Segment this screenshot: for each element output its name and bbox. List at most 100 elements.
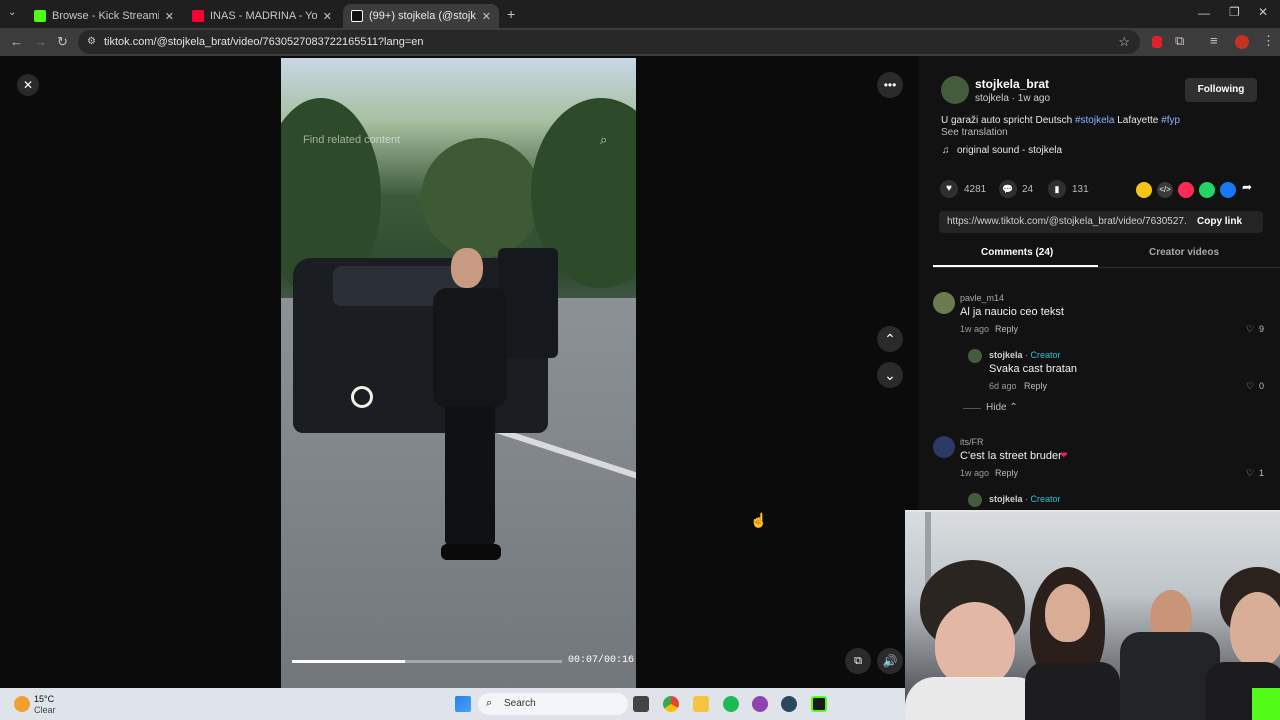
- url-text: tiktok.com/@stojkela_brat/video/76305270…: [104, 36, 424, 48]
- steam-icon[interactable]: [781, 696, 797, 712]
- pip-icon[interactable]: ⧉: [845, 648, 871, 674]
- task-view-icon[interactable]: [633, 696, 649, 712]
- video-progress-bar[interactable]: [292, 660, 562, 663]
- comment-username[interactable]: pavle_m14: [960, 293, 1004, 303]
- comment-icon[interactable]: 💬: [999, 180, 1017, 198]
- next-video-icon[interactable]: ⌄: [877, 362, 903, 388]
- person-head: [451, 248, 483, 288]
- reply-text: Svaka cast bratan: [989, 363, 1078, 375]
- whatsapp-icon[interactable]: [1199, 182, 1215, 198]
- reply-reply-button[interactable]: Reply: [1024, 381, 1047, 391]
- tab-kick[interactable]: Browse - Kick Streaming ✕: [26, 4, 182, 28]
- tiktok-favicon-icon: [351, 10, 363, 22]
- share-friends-icon[interactable]: [1136, 182, 1152, 198]
- see-translation-link[interactable]: See translation: [941, 127, 1008, 138]
- more-options-icon[interactable]: •••: [877, 72, 903, 98]
- volume-icon[interactable]: 🔊: [877, 648, 903, 674]
- tab-youtube[interactable]: INAS - MADRINA - YouTube ✕: [184, 4, 340, 28]
- author-avatar[interactable]: [941, 76, 969, 104]
- original-sound-link[interactable]: original sound - stojkela: [957, 145, 1062, 156]
- share-link-text[interactable]: https://www.tiktok.com/@stojkela_brat/vi…: [947, 216, 1187, 227]
- tree-center: [421, 138, 541, 258]
- app-green-icon[interactable]: [811, 696, 827, 712]
- author-meta: stojkela · 1w ago: [975, 93, 1051, 104]
- caption-hashtag-stojkela[interactable]: #stojkela: [1075, 115, 1114, 126]
- reply-avatar[interactable]: [968, 493, 982, 507]
- comment-time: 1w ago: [960, 468, 990, 478]
- extensions-puzzle-icon[interactable]: ⧉: [1175, 33, 1184, 49]
- find-related-content-bar[interactable]: Find related content ⌕: [300, 132, 620, 152]
- tab-list-chevron-icon[interactable]: ⌄: [8, 7, 16, 18]
- url-input[interactable]: ⚙ tiktok.com/@stojkela_brat/video/763052…: [78, 30, 1140, 54]
- facebook-icon[interactable]: [1220, 182, 1236, 198]
- caption-lafayette: Lafayette: [1117, 115, 1159, 126]
- reply-avatar[interactable]: [968, 349, 982, 363]
- profile-avatar[interactable]: [1235, 35, 1249, 49]
- forward-icon[interactable]: →: [34, 34, 47, 49]
- heart-emoji-icon: ❤: [1060, 450, 1068, 460]
- like-heart-icon[interactable]: ♡: [1246, 468, 1254, 479]
- chrome-icon[interactable]: [663, 696, 679, 712]
- caption-hashtag-fyp[interactable]: #fyp: [1161, 115, 1180, 126]
- minimize-icon[interactable]: —: [1198, 6, 1210, 20]
- following-button[interactable]: Following: [1185, 78, 1257, 102]
- close-video-icon[interactable]: ✕: [17, 74, 39, 96]
- menu-kebab-icon[interactable]: ⋮: [1262, 33, 1275, 49]
- kick-logo: [1252, 688, 1280, 720]
- site-info-icon[interactable]: ⚙: [87, 30, 96, 54]
- close-tab-icon[interactable]: ✕: [165, 10, 174, 23]
- comment-text: Al ja naucio ceo tekst: [960, 306, 1064, 318]
- reply-username[interactable]: stojkela · Creator: [989, 350, 1061, 360]
- taskbar-search[interactable]: ⌕ Search: [478, 693, 628, 715]
- like-heart-icon[interactable]: ♡: [1246, 324, 1254, 335]
- video-time: 00:07/00:16: [568, 655, 635, 666]
- search-placeholder: Find related content: [303, 134, 401, 146]
- close-tab-icon[interactable]: ✕: [323, 10, 332, 23]
- search-icon[interactable]: ⌕: [600, 132, 607, 148]
- reply-button[interactable]: Reply: [995, 324, 1018, 334]
- restore-icon[interactable]: ❐: [1229, 5, 1240, 19]
- tab-comments[interactable]: Comments (24): [981, 247, 1053, 258]
- reload-icon[interactable]: ↻: [57, 34, 68, 50]
- person-image: [431, 248, 511, 588]
- bookmark-icon[interactable]: ▮: [1048, 180, 1066, 198]
- app-purple-icon[interactable]: [752, 696, 768, 712]
- comment-username[interactable]: its/FR: [960, 437, 984, 447]
- tab-creator-videos[interactable]: Creator videos: [1149, 247, 1219, 258]
- spotify-icon[interactable]: [723, 696, 739, 712]
- weather-condition: Clear: [34, 705, 56, 715]
- comment-avatar[interactable]: [933, 436, 955, 458]
- reply-username[interactable]: stojkela · Creator: [989, 494, 1061, 504]
- person-4-face: [1230, 592, 1280, 667]
- close-tab-icon[interactable]: ✕: [482, 10, 491, 23]
- caption-text: U garaži auto spricht Deutsch: [941, 115, 1073, 126]
- back-icon[interactable]: ←: [10, 34, 23, 49]
- taskbar-search-label: Search: [504, 698, 536, 709]
- video-progress-fill: [292, 660, 406, 663]
- embed-icon[interactable]: </>: [1157, 182, 1173, 198]
- like-heart-icon[interactable]: ♡: [1246, 381, 1254, 392]
- close-window-icon[interactable]: ✕: [1258, 5, 1268, 19]
- person-1-shirt: [905, 677, 1045, 720]
- copy-link-button[interactable]: Copy link: [1197, 216, 1242, 227]
- reply-button[interactable]: Reply: [995, 468, 1018, 478]
- extension-red-icon[interactable]: [1152, 36, 1162, 48]
- reply-username-text: stojkela: [989, 350, 1023, 360]
- send-icon[interactable]: [1178, 182, 1194, 198]
- media-controls-icon[interactable]: ≡: [1210, 33, 1218, 48]
- file-explorer-icon[interactable]: [693, 696, 709, 712]
- tab-tiktok[interactable]: (99+) stojkela (@stojkela_br ✕: [343, 4, 499, 28]
- previous-video-icon[interactable]: ⌃: [877, 326, 903, 352]
- video-player[interactable]: [281, 58, 636, 688]
- start-icon[interactable]: [455, 696, 471, 712]
- hide-replies-button[interactable]: Hide ⌃: [986, 402, 1018, 413]
- tab-title: Browse - Kick Streaming: [52, 10, 159, 22]
- like-icon[interactable]: ♥: [940, 180, 958, 198]
- bookmark-star-icon[interactable]: ☆: [1118, 30, 1130, 54]
- weather-icon[interactable]: [14, 696, 30, 712]
- comment-avatar[interactable]: [933, 292, 955, 314]
- author-username[interactable]: stojkela_brat: [975, 77, 1049, 91]
- creator-badge: Creator: [1030, 350, 1061, 360]
- new-tab-icon[interactable]: +: [507, 6, 515, 22]
- share-arrow-icon[interactable]: ➦: [1242, 180, 1252, 194]
